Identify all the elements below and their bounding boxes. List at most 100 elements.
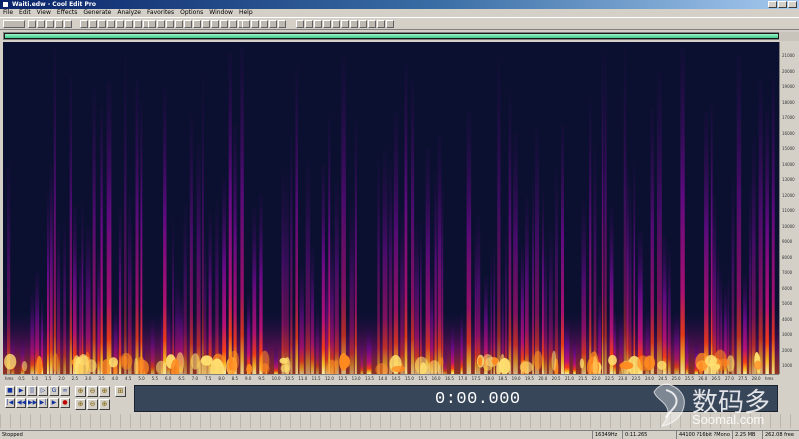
time-ruler[interactable]: hms 0.5 1.0 1.5 2.0 2.5 3.0 3.5 4.0 4.5 5.0 5.5 6.0 6… bbox=[3, 374, 779, 382]
menu-view[interactable]: View bbox=[37, 9, 51, 17]
menu-analyze[interactable]: Analyze bbox=[117, 9, 141, 17]
menu-effects[interactable]: Effects bbox=[57, 9, 77, 17]
toolbar-button[interactable] bbox=[269, 20, 277, 28]
spectrogram-burst bbox=[73, 205, 77, 374]
status-position: 0:11.265 bbox=[622, 431, 676, 439]
spectrogram-burst bbox=[520, 246, 524, 374]
toolbar-button[interactable] bbox=[332, 20, 340, 28]
toolbar-button[interactable] bbox=[386, 20, 394, 28]
toolbar-button[interactable] bbox=[229, 20, 237, 28]
maximize-button[interactable] bbox=[778, 1, 787, 8]
time-tick-label: 8.0 bbox=[218, 376, 225, 381]
stop-button[interactable]: ■ bbox=[5, 386, 15, 396]
zoom-in-vertical-button[interactable]: ⊕ bbox=[99, 386, 110, 397]
toolbar-button[interactable] bbox=[296, 20, 304, 28]
toolbar-button[interactable] bbox=[220, 20, 228, 28]
toolbar-button[interactable] bbox=[202, 20, 210, 28]
toolbar-button[interactable] bbox=[341, 20, 349, 28]
play-to-end-button[interactable]: ▷ bbox=[38, 386, 48, 396]
toolbar-button[interactable] bbox=[80, 20, 88, 28]
toolbar-button[interactable] bbox=[125, 20, 133, 28]
menu-favorites[interactable]: Favorites bbox=[147, 9, 174, 17]
menu-generate[interactable]: Generate bbox=[83, 9, 111, 17]
spectrogram-burst bbox=[441, 182, 444, 374]
zoom-in-horizontal-button[interactable]: ⊕ bbox=[75, 386, 86, 397]
toolbar-button[interactable] bbox=[148, 20, 156, 28]
toolbar-button[interactable] bbox=[89, 20, 97, 28]
toolbar-button[interactable] bbox=[28, 20, 36, 28]
rewind-button[interactable]: ◀◀ bbox=[16, 398, 26, 408]
spectral-view[interactable] bbox=[3, 42, 779, 374]
spectrogram-hotspot bbox=[52, 352, 59, 373]
play-button[interactable]: ▶ bbox=[16, 386, 26, 396]
toolbar-button[interactable] bbox=[323, 20, 331, 28]
spectrogram-burst bbox=[743, 274, 747, 374]
menu-window[interactable]: Window bbox=[209, 9, 233, 17]
toolbar-button[interactable] bbox=[107, 20, 115, 28]
toolbar-button[interactable] bbox=[116, 20, 124, 28]
toolbar-button[interactable] bbox=[134, 20, 142, 28]
toolbar-button[interactable] bbox=[305, 20, 313, 28]
toolbar-button[interactable] bbox=[64, 20, 72, 28]
zoom-out-horizontal-button[interactable]: ⊖ bbox=[87, 386, 98, 397]
menu-file[interactable]: File bbox=[3, 9, 13, 17]
toolbar-button[interactable] bbox=[166, 20, 174, 28]
toolbar-button[interactable] bbox=[278, 20, 286, 28]
toolbar-button[interactable] bbox=[184, 20, 192, 28]
frequency-tick-label: 3000 bbox=[782, 332, 793, 337]
toolbar-button[interactable] bbox=[55, 20, 63, 28]
spectrogram-hotspot bbox=[579, 358, 585, 369]
status-state: Stopped bbox=[2, 432, 23, 438]
spectrogram-hotspot bbox=[414, 356, 429, 374]
overview-range-bar[interactable] bbox=[3, 32, 780, 40]
toolbar-button[interactable] bbox=[368, 20, 376, 28]
toolbar-button[interactable] bbox=[350, 20, 358, 28]
zoom-selection-button[interactable]: ⊕ bbox=[99, 399, 110, 410]
app-icon[interactable] bbox=[2, 1, 9, 8]
close-button[interactable] bbox=[788, 1, 797, 8]
loop-button[interactable]: ∞ bbox=[60, 386, 70, 396]
spectrogram-burst bbox=[513, 132, 518, 374]
go-to-end-button[interactable]: ▶| bbox=[38, 398, 48, 408]
frequency-tick-label: 17000 bbox=[782, 115, 795, 120]
toolbar-button[interactable] bbox=[157, 20, 165, 28]
menu-edit[interactable]: Edit bbox=[19, 9, 31, 17]
toolbar-button[interactable] bbox=[377, 20, 385, 28]
toolbar-button[interactable] bbox=[37, 20, 45, 28]
toolbar-button[interactable] bbox=[314, 20, 322, 28]
toolbar-button[interactable] bbox=[98, 20, 106, 28]
go-button[interactable]: G bbox=[49, 386, 59, 396]
toolbar-button[interactable] bbox=[359, 20, 367, 28]
toolbar-button[interactable] bbox=[46, 20, 54, 28]
toolbar-button[interactable] bbox=[260, 20, 268, 28]
zoom-right-button[interactable]: ⊖ bbox=[87, 399, 98, 410]
spectrogram-burst bbox=[400, 210, 404, 374]
visible-range-indicator[interactable] bbox=[5, 34, 778, 38]
menu-help[interactable]: Help bbox=[239, 9, 253, 17]
time-tick-label: 8.5 bbox=[231, 376, 239, 381]
zoom-full-button[interactable]: ⊞ bbox=[115, 386, 126, 397]
spectrogram[interactable] bbox=[3, 42, 779, 374]
minimize-button[interactable] bbox=[768, 1, 777, 8]
spectrogram-burst bbox=[751, 137, 756, 374]
toolbar-button[interactable] bbox=[251, 20, 259, 28]
zoom-left-button[interactable]: ⊕ bbox=[75, 399, 86, 410]
fast-forward-button[interactable]: ▶▶ bbox=[27, 398, 37, 408]
toolbar-button[interactable] bbox=[175, 20, 183, 28]
frequency-tick-label: 21000 bbox=[782, 53, 795, 58]
play-selection-button[interactable]: ▶ bbox=[49, 398, 59, 408]
go-to-start-button[interactable]: |◀ bbox=[5, 398, 15, 408]
toolbar-button[interactable] bbox=[211, 20, 219, 28]
menu-options[interactable]: Options bbox=[180, 9, 203, 17]
spectrogram-burst bbox=[172, 218, 174, 374]
spectrogram-burst bbox=[589, 99, 592, 374]
pause-button[interactable]: || bbox=[27, 386, 37, 396]
toolbar-button[interactable] bbox=[193, 20, 201, 28]
status-format: 44100 ?16bit ?Mono bbox=[676, 431, 732, 439]
record-button[interactable]: ● bbox=[60, 398, 70, 408]
time-tick-label: 23.5 bbox=[631, 376, 641, 381]
toolbar-waveform-view-button[interactable] bbox=[3, 20, 25, 28]
spectrogram-burst bbox=[377, 155, 380, 374]
vertical-zoom-area[interactable] bbox=[779, 32, 799, 41]
toolbar-button[interactable] bbox=[242, 20, 250, 28]
